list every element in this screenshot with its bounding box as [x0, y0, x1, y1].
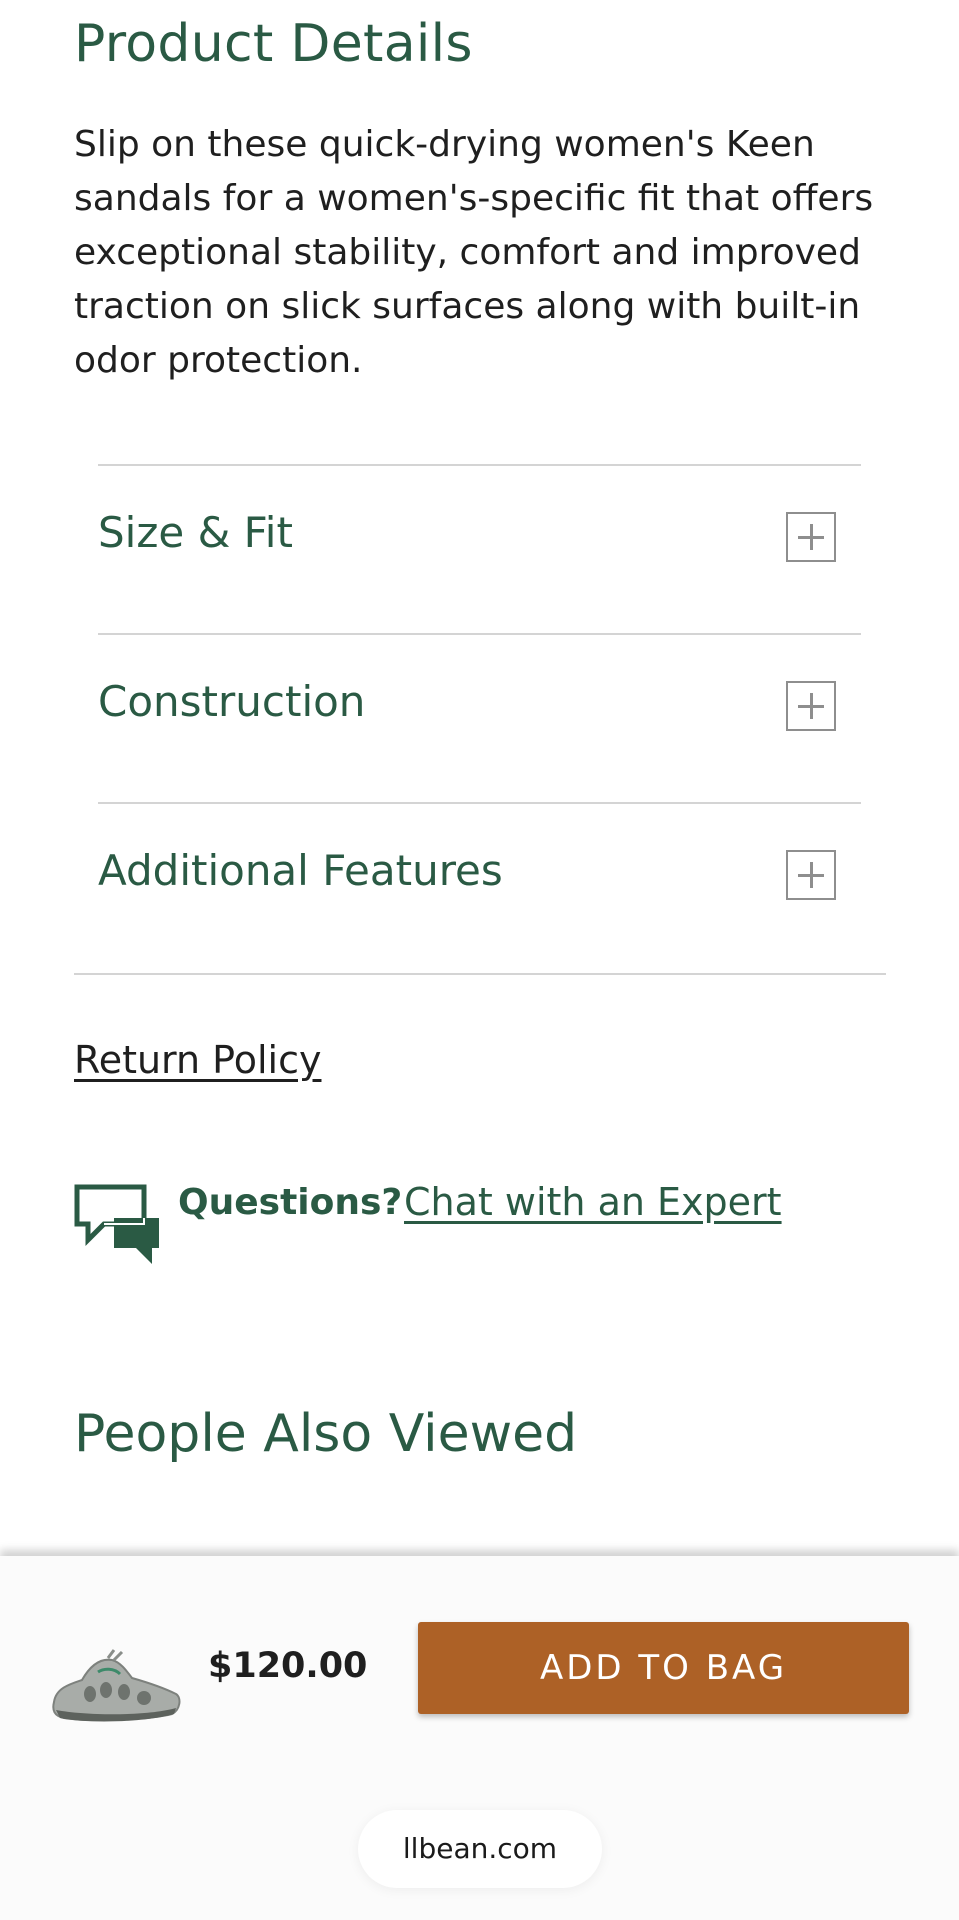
- product-details-title: Product Details: [74, 14, 473, 74]
- product-accordion: Size & Fit Construction Additional Featu…: [98, 464, 861, 971]
- questions-label: Questions?: [178, 1182, 403, 1223]
- accordion-label: Size & Fit: [98, 508, 293, 557]
- accordion-label: Construction: [98, 677, 366, 726]
- accordion-size-fit[interactable]: Size & Fit: [98, 464, 861, 633]
- return-policy-link[interactable]: Return Policy: [74, 1038, 321, 1082]
- browser-url-pill[interactable]: llbean.com: [358, 1810, 602, 1888]
- chat-bubbles-icon[interactable]: [74, 1184, 162, 1266]
- chat-with-expert-link[interactable]: Chat with an Expert: [404, 1180, 782, 1224]
- plus-icon[interactable]: [786, 512, 836, 562]
- accordion-additional-features[interactable]: Additional Features: [98, 802, 861, 971]
- chat-with-expert-row: Questions? Chat with an Expert: [74, 1180, 894, 1264]
- product-description: Slip on these quick-drying women's Keen …: [74, 124, 874, 381]
- accordion-construction[interactable]: Construction: [98, 633, 861, 802]
- people-also-viewed-title: People Also Viewed: [74, 1404, 578, 1464]
- sticky-purchase-bar: $120.00 ADD TO BAG llbean.com: [0, 1556, 959, 1920]
- sandal-thumbnail: [52, 1649, 181, 1722]
- section-divider: [74, 973, 886, 975]
- plus-icon[interactable]: [786, 681, 836, 731]
- accordion-label: Additional Features: [98, 846, 503, 895]
- add-to-bag-button[interactable]: ADD TO BAG: [418, 1622, 909, 1714]
- plus-icon[interactable]: [786, 850, 836, 900]
- product-price: $120.00: [208, 1646, 368, 1686]
